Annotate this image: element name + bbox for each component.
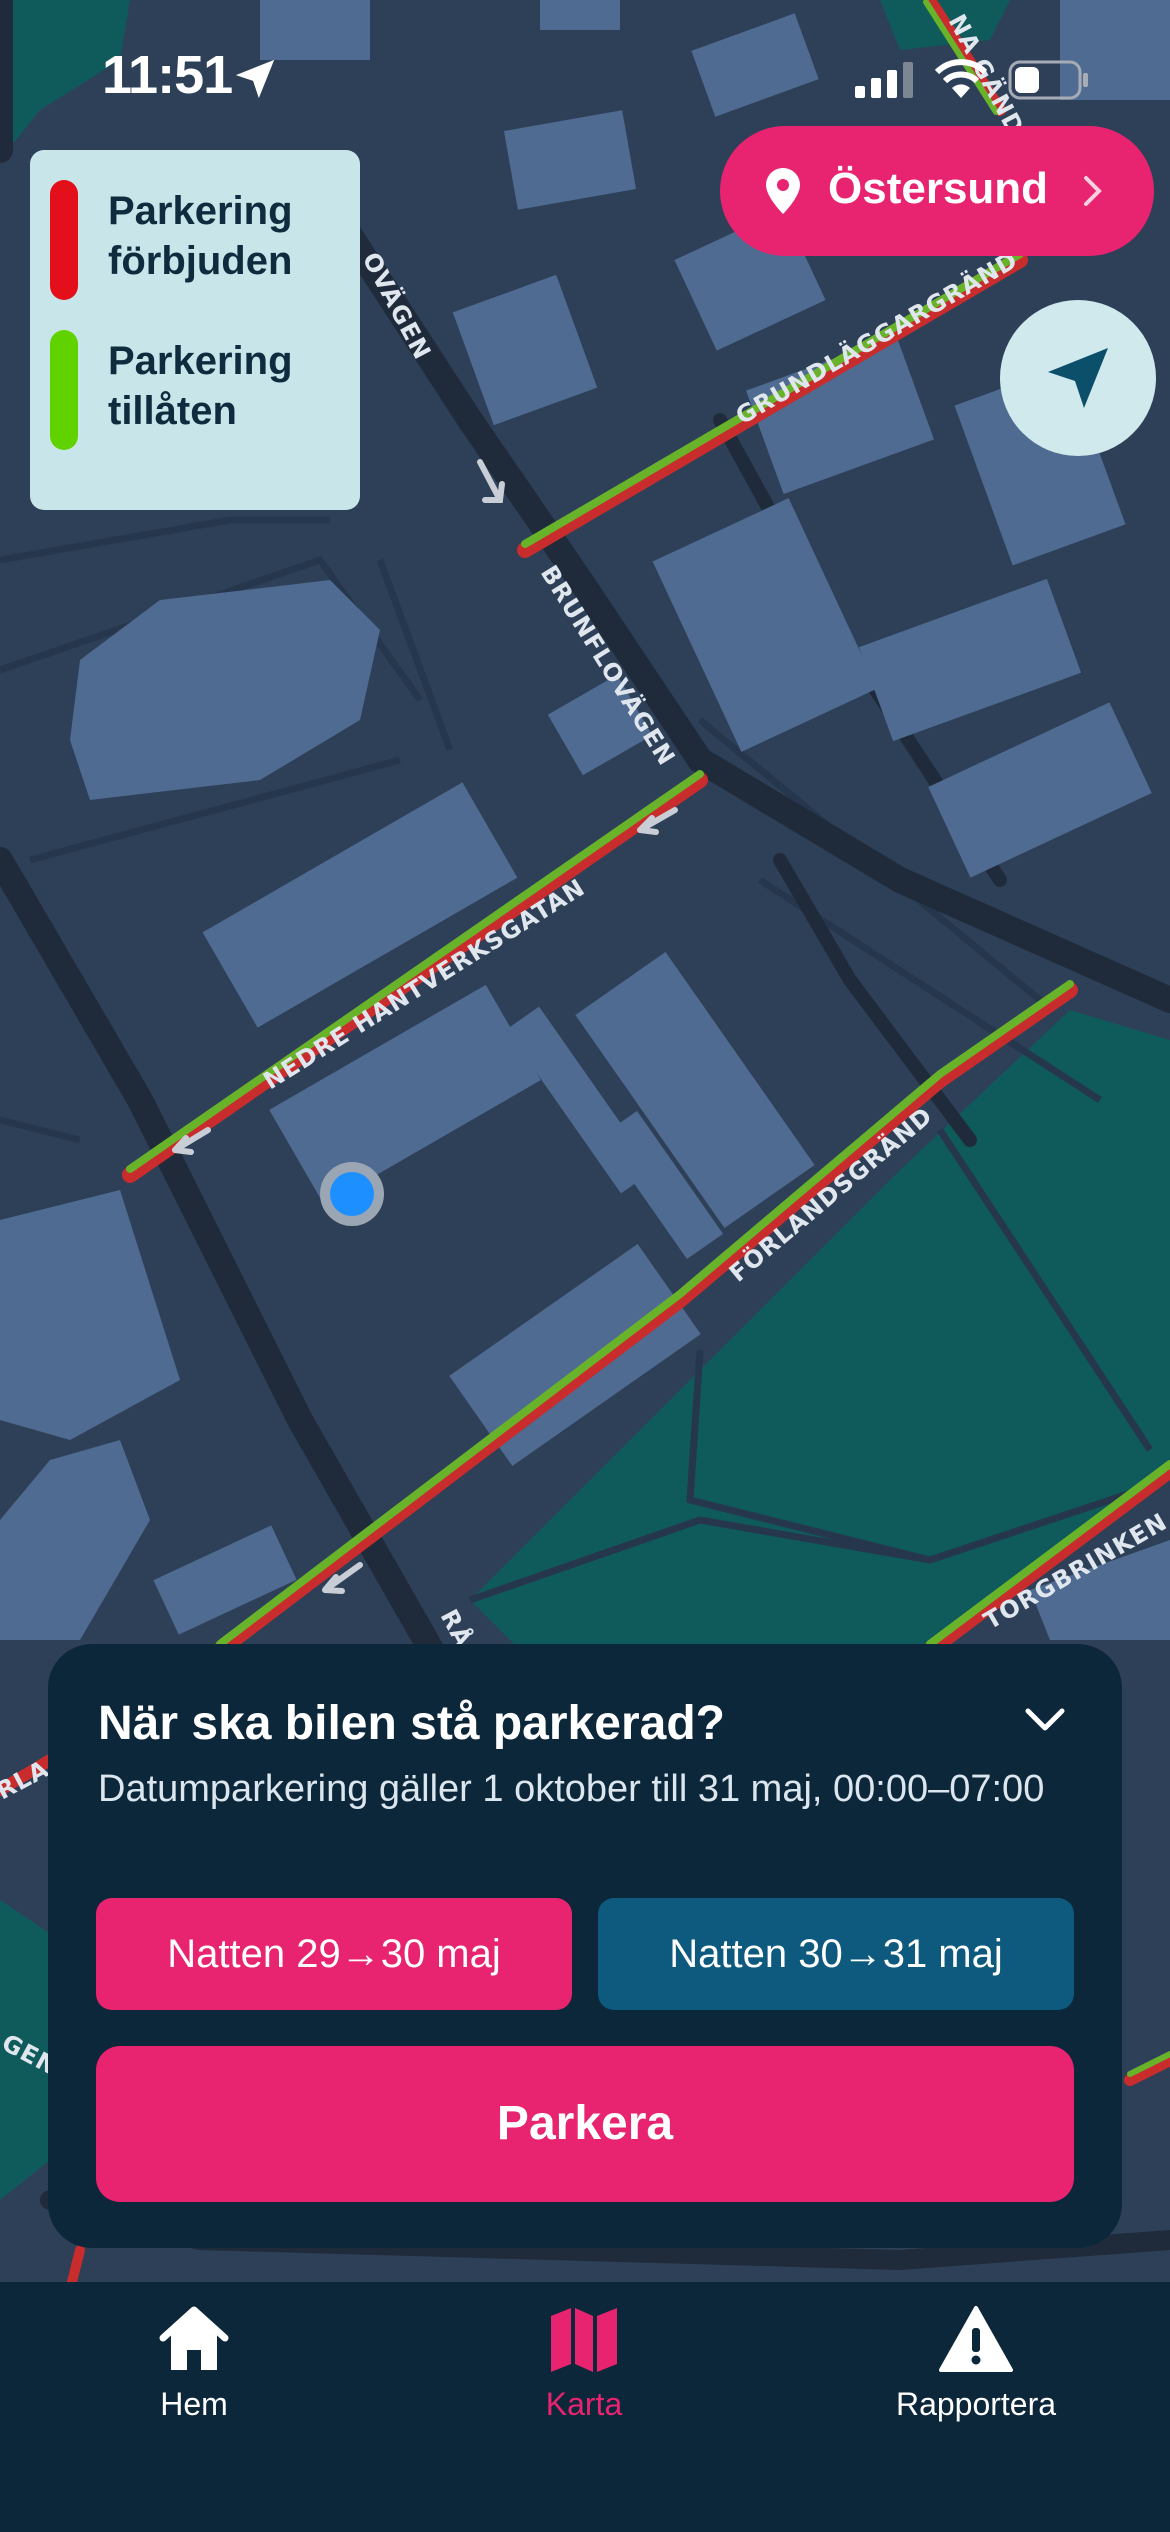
sheet-title: När ska bilen stå parkerad?: [98, 1697, 725, 1750]
legend-item-parking-forbidden: Parkering förbjuden: [40, 180, 350, 300]
chevron-down-icon[interactable]: [1024, 1706, 1066, 1734]
night-option-button[interactable]: Natten 29→30 maj: [96, 1898, 572, 2010]
legend-swatch-green: [50, 330, 78, 450]
legend-label: Parkering tillåten: [108, 339, 293, 433]
tab-bar: Hem Karta Rapportera: [0, 2282, 1170, 2532]
tab-label: Karta: [545, 2386, 623, 2422]
cellular-signal-icon: [855, 62, 913, 98]
night-option-button[interactable]: Natten 30→31 maj: [598, 1898, 1074, 2010]
sheet-subtitle: Datumparkering gäller 1 oktober till 31 …: [98, 1768, 1045, 1810]
status-time: 11:51: [102, 45, 233, 105]
tab-map[interactable]: Karta: [434, 2304, 734, 2444]
map-legend: Parkering förbjuden Parkering tillåten: [30, 150, 360, 510]
tab-label: Hem: [160, 2386, 228, 2422]
tab-report[interactable]: Rapportera: [826, 2304, 1126, 2444]
map-icon: [551, 2308, 617, 2372]
city-selector-button[interactable]: Östersund: [720, 126, 1154, 256]
wifi-icon: [934, 59, 988, 98]
parking-time-sheet: När ska bilen stå parkerad? Datumparkeri…: [48, 1644, 1122, 2248]
location-pin-icon: [766, 168, 800, 214]
park-button[interactable]: Parkera: [96, 2046, 1074, 2202]
tab-home[interactable]: Hem: [44, 2304, 344, 2444]
legend-label: Parkering förbjuden: [108, 189, 293, 283]
warning-icon: [939, 2306, 1013, 2372]
home-icon: [159, 2306, 229, 2370]
tab-label: Rapportera: [895, 2386, 1057, 2422]
chevron-right-icon: [1084, 176, 1102, 206]
legend-item-parking-allowed: Parkering tillåten: [40, 330, 350, 450]
city-label: Östersund: [828, 164, 1049, 213]
locate-me-button[interactable]: [1000, 300, 1156, 456]
legend-swatch-red: [50, 180, 78, 300]
navigation-arrow-icon: [1048, 348, 1108, 408]
location-services-icon: [235, 59, 275, 99]
battery-icon: [1008, 60, 1088, 100]
